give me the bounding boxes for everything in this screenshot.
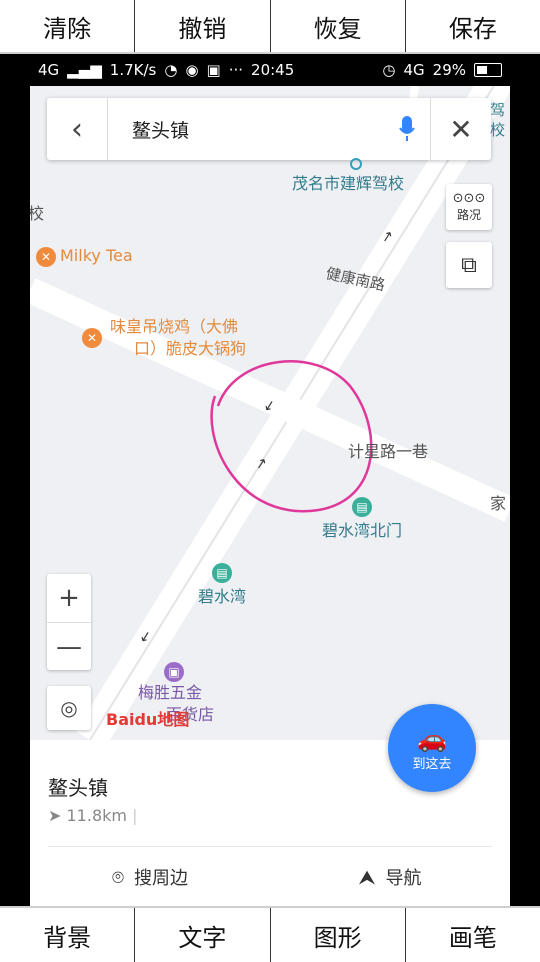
poi-bishui[interactable]: ▤ 碧水湾 (198, 562, 246, 607)
traffic-label: 路况 (456, 208, 481, 222)
road-label-jiankang: 健康南路 (324, 264, 386, 294)
search-nearby-button[interactable]: ⌾ 搜周边 (30, 848, 270, 906)
search-nearby-label: 搜周边 (134, 868, 188, 889)
network-indicator: 4G (38, 61, 60, 79)
search-input[interactable]: 鳌头镇 (108, 116, 384, 143)
poi-edge-right: 家 (490, 494, 507, 513)
poi-chicken[interactable]: ✕ 味皇吊烧鸡（大佛 口）脆皮大锅狗 (82, 316, 247, 360)
traffic-icon: ⊙⊙⊙ (452, 191, 486, 206)
battery-percent: 29% (432, 61, 466, 79)
search-bar: ‹ 鳌头镇 ✕ (47, 98, 491, 160)
background-button[interactable]: 背景 (0, 908, 136, 962)
shape-button[interactable]: 图形 (271, 908, 406, 962)
poi-driving-school-label: 茂名市建辉驾校 (292, 174, 405, 193)
road-network: ← → → ← (30, 86, 510, 740)
back-button[interactable]: ‹ (47, 98, 108, 160)
bottom-toolbar: 背景 文字 图形 画笔 (0, 906, 540, 962)
poi-hardware-label-1: 梅胜五金 (138, 683, 203, 702)
zoom-in-button[interactable]: + (47, 574, 91, 623)
panel-actions: ⌾ 搜周边 ⮝ 导航 (30, 848, 510, 906)
poi-edge-right-top: 驾校 (490, 101, 506, 139)
poi-bishui-north[interactable]: ▤ 碧水湾北门 (322, 496, 402, 541)
destination-title: 鳌头镇 (48, 776, 108, 800)
car-icon: 🚗 (417, 724, 447, 753)
poi-building-icon: ▤ (352, 496, 372, 517)
poi-shop-icon: ▣ (164, 661, 184, 682)
poi-bishui-north-label: 碧水湾北门 (322, 520, 403, 540)
destination-distance: ➤ 11.8km | (48, 806, 138, 825)
text-button[interactable]: 文字 (135, 908, 271, 962)
status-bar: 4G ▂▄▆ 1.7K/s ◔ ◉ ▣ ··· 20:45 ◷ 4G 29% (30, 54, 510, 86)
baidu-logo: Baidu地图 (106, 710, 190, 729)
clear-button[interactable]: 清除 (0, 0, 136, 52)
poi-bishui-label: 碧水湾 (198, 586, 247, 606)
undo-button[interactable]: 撤销 (135, 0, 271, 52)
close-button[interactable]: ✕ (430, 98, 491, 160)
poi-chicken-label-1: 味皇吊烧鸡（大佛 (110, 317, 239, 336)
navigate-label: 导航 (385, 868, 422, 889)
alarm-icon: ◷ (382, 61, 396, 79)
poi-edge-left: 校 (30, 204, 45, 223)
navigate-button[interactable]: ⮝ 导航 (270, 848, 510, 906)
zoom-control: + — (47, 574, 91, 670)
poi-driving-school[interactable]: 茂名市建辉驾校 (292, 158, 405, 194)
go-there-label: 到这去 (412, 756, 452, 772)
notification-icon: ▣ (206, 61, 221, 79)
location-pin-icon: ⌾ (112, 865, 124, 889)
microphone-icon[interactable] (384, 116, 430, 142)
poi-milky-tea-label: Milky Tea (60, 246, 133, 265)
clock: 20:45 (251, 61, 295, 79)
layers-icon: ⧉ (461, 252, 477, 278)
food-icon: ✕ (82, 328, 102, 348)
poi-chicken-label-2: 口）脆皮大锅狗 (134, 339, 247, 358)
brush-button[interactable]: 画笔 (406, 908, 540, 962)
poi-milky-tea[interactable]: ✕ Milky Tea (36, 246, 133, 267)
redo-button[interactable]: 恢复 (271, 0, 406, 52)
navigation-arrow-icon: ⮝ (358, 865, 376, 889)
go-there-button[interactable]: 🚗 到这去 (388, 704, 476, 792)
poi-dot-icon (350, 158, 362, 170)
food-icon: ✕ (36, 246, 56, 267)
road-label-jixing: 计星路一巷 (348, 442, 429, 461)
network-indicator-right: 4G (403, 61, 425, 79)
phone-screenshot: 4G ▂▄▆ 1.7K/s ◔ ◉ ▣ ··· 20:45 ◷ 4G 29% ← (30, 54, 510, 906)
save-button[interactable]: 保存 (406, 0, 540, 52)
signal-icon: ▂▄▆ (67, 61, 102, 79)
poi-building-icon: ▤ (212, 562, 232, 583)
more-indicator: ··· (228, 61, 244, 79)
qq-icon: ◔ (164, 61, 178, 79)
locate-icon: ◎ (60, 696, 78, 720)
layers-button[interactable]: ⧉ (446, 242, 492, 288)
divider (48, 846, 492, 847)
battery-icon (474, 63, 502, 77)
map-view[interactable]: ← → → ← ‹ 鳌头镇 ✕ 茂名市建辉驾校 校 驾校 ✕Milky Tea (30, 86, 510, 740)
wechat-icon: ◉ (185, 61, 199, 79)
locate-button[interactable]: ◎ (47, 686, 91, 730)
zoom-out-button[interactable]: — (47, 623, 91, 671)
top-toolbar: 清除 撤销 恢复 保存 (0, 0, 540, 54)
network-speed: 1.7K/s (109, 61, 157, 79)
traffic-button[interactable]: ⊙⊙⊙ 路况 (446, 184, 492, 230)
direction-arrow-icon: ➤ (48, 806, 62, 825)
